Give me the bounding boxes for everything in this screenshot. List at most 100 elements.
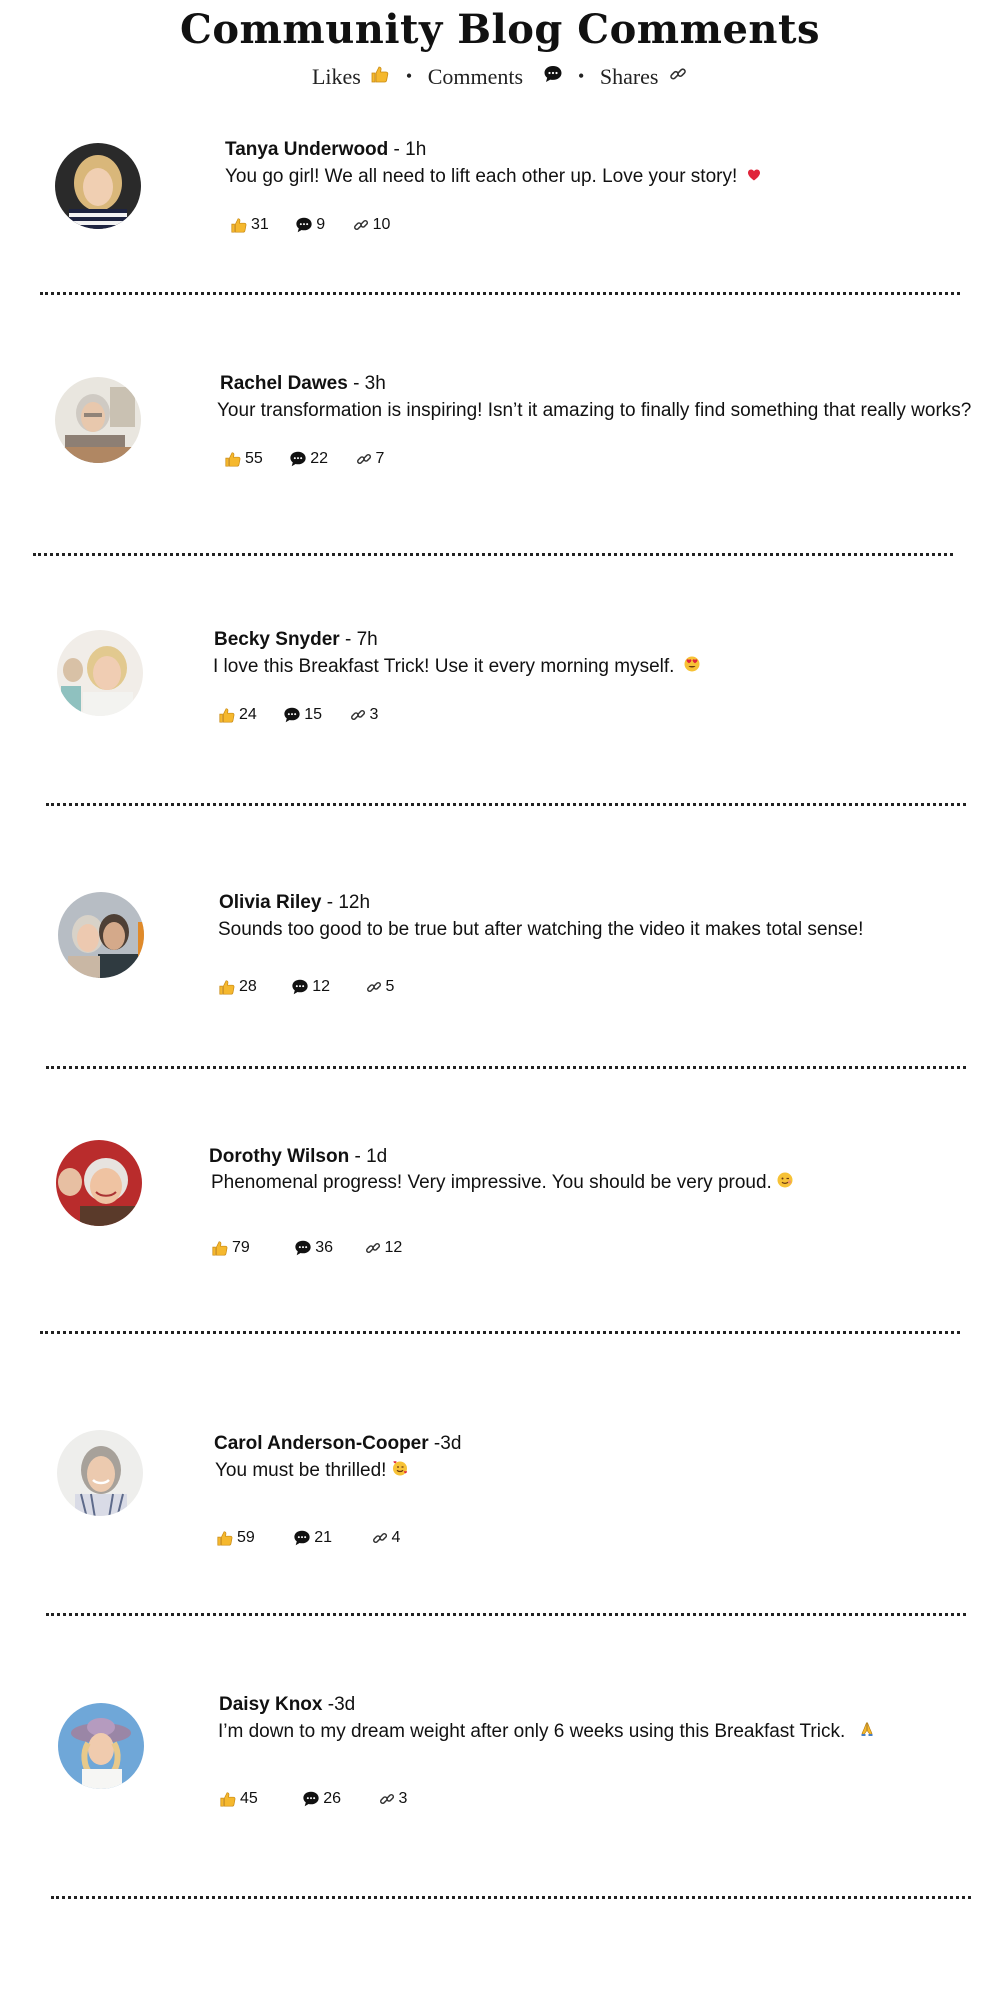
comment-meta: Becky Snyder - 7h bbox=[214, 629, 378, 651]
link-icon bbox=[371, 1529, 389, 1547]
comment-time: - 3h bbox=[347, 373, 386, 394]
avatar[interactable] bbox=[58, 892, 144, 978]
share-count: 3 bbox=[369, 706, 379, 723]
link-icon bbox=[349, 706, 367, 724]
author-name[interactable]: Carol Anderson-Cooper bbox=[214, 1433, 429, 1454]
reply-button[interactable]: 21 bbox=[293, 1529, 332, 1547]
reply-button[interactable]: 22 bbox=[289, 450, 328, 468]
heart-icon bbox=[747, 166, 761, 188]
like-count: 55 bbox=[245, 450, 263, 467]
comment-divider bbox=[46, 1066, 966, 1069]
like-count: 24 bbox=[239, 706, 257, 723]
speech-bubble-icon bbox=[294, 1239, 312, 1257]
subtitle-comments-label: Comments bbox=[427, 63, 524, 89]
folded-hands-icon bbox=[859, 1721, 875, 1743]
speech-bubble-icon bbox=[302, 1790, 320, 1808]
comment-text: I love this Breakfast Trick! Use it ever… bbox=[213, 656, 700, 678]
comment-body: You must be thrilled! bbox=[215, 1460, 387, 1482]
comment-body: I love this Breakfast Trick! Use it ever… bbox=[213, 656, 675, 678]
subtitle-likes-label: Likes bbox=[311, 63, 361, 89]
reply-button[interactable]: 26 bbox=[302, 1790, 341, 1808]
share-button[interactable]: 7 bbox=[355, 450, 384, 468]
comment-divider bbox=[46, 1613, 966, 1616]
comment-body: Your transformation is inspiring! Isn’t … bbox=[217, 400, 972, 421]
reply-button[interactable]: 12 bbox=[291, 978, 330, 996]
link-icon bbox=[668, 64, 688, 90]
avatar[interactable] bbox=[55, 377, 141, 463]
author-name[interactable]: Daisy Knox bbox=[219, 1694, 322, 1715]
smiling-face-with-hearts-icon bbox=[392, 1460, 408, 1482]
comment-count: 15 bbox=[304, 706, 323, 723]
comment-text: Your transformation is inspiring! Isn’t … bbox=[217, 400, 971, 422]
like-button[interactable]: 79 bbox=[211, 1239, 250, 1257]
speech-bubble-icon bbox=[289, 450, 307, 468]
comment-count: 21 bbox=[314, 1529, 333, 1546]
reply-button[interactable]: 9 bbox=[295, 216, 325, 234]
thumbs-up-icon bbox=[230, 216, 248, 234]
like-button[interactable]: 28 bbox=[218, 978, 257, 996]
avatar[interactable] bbox=[58, 1703, 144, 1789]
share-button[interactable]: 5 bbox=[365, 978, 395, 996]
share-button[interactable]: 3 bbox=[349, 706, 379, 724]
thumbs-up-icon bbox=[370, 64, 390, 90]
page-title: Community Blog Comments bbox=[180, 6, 820, 53]
comment-meta: Tanya Underwood - 1h bbox=[225, 139, 426, 161]
comment-body: You go girl! We all need to lift each ot… bbox=[225, 166, 738, 188]
comment-time: - 1d bbox=[349, 1146, 388, 1167]
thumbs-up-icon bbox=[211, 1239, 229, 1257]
link-icon bbox=[352, 216, 370, 234]
comment-stats: 45 26 3 bbox=[219, 1790, 429, 1808]
comment-text: You go girl! We all need to lift each ot… bbox=[225, 166, 761, 188]
author-name[interactable]: Rachel Dawes bbox=[220, 373, 348, 394]
author-name[interactable]: Becky Snyder bbox=[214, 629, 340, 650]
share-button[interactable]: 10 bbox=[352, 216, 391, 234]
comment-stats: 55 22 7 bbox=[224, 450, 406, 468]
avatar[interactable] bbox=[57, 630, 143, 716]
avatar[interactable] bbox=[56, 1140, 142, 1226]
comment-divider bbox=[51, 1896, 971, 1899]
comment-meta: Rachel Dawes - 3h bbox=[220, 373, 386, 395]
reply-button[interactable]: 36 bbox=[294, 1239, 333, 1257]
link-icon bbox=[365, 978, 383, 996]
avatar[interactable] bbox=[55, 143, 141, 229]
heart-eyes-emoji-icon bbox=[684, 656, 700, 678]
like-count: 31 bbox=[251, 216, 269, 233]
like-button[interactable]: 24 bbox=[218, 706, 257, 724]
like-button[interactable]: 45 bbox=[219, 1790, 258, 1808]
comment-count: 12 bbox=[312, 978, 331, 995]
like-button[interactable]: 59 bbox=[216, 1529, 255, 1547]
speech-bubble-icon bbox=[295, 216, 313, 234]
comment-divider bbox=[33, 553, 953, 556]
share-button[interactable]: 12 bbox=[364, 1239, 402, 1257]
share-count: 10 bbox=[372, 216, 391, 233]
author-name[interactable]: Dorothy Wilson bbox=[209, 1146, 349, 1167]
share-count: 3 bbox=[398, 1790, 408, 1807]
like-count: 79 bbox=[232, 1239, 250, 1256]
speech-bubble-icon bbox=[543, 64, 563, 90]
comment-divider bbox=[40, 292, 960, 295]
comment-stats: 79 36 12 bbox=[211, 1239, 424, 1257]
reply-button[interactable]: 15 bbox=[283, 706, 322, 724]
share-count: 5 bbox=[385, 978, 395, 995]
comment-body: I’m down to my dream weight after only 6… bbox=[218, 1721, 846, 1743]
share-count: 4 bbox=[391, 1529, 401, 1546]
comment-divider bbox=[46, 803, 966, 806]
comment-text: Sounds too good to be true but after wat… bbox=[218, 919, 863, 941]
thumbs-up-icon bbox=[219, 1790, 237, 1808]
author-name[interactable]: Olivia Riley bbox=[219, 892, 321, 913]
share-button[interactable]: 3 bbox=[378, 1790, 408, 1808]
comment-time: - 12h bbox=[321, 892, 371, 913]
link-icon bbox=[378, 1790, 396, 1808]
like-count: 59 bbox=[237, 1529, 255, 1546]
like-count: 45 bbox=[240, 1790, 258, 1807]
comment-time: -3d bbox=[322, 1694, 356, 1715]
like-count: 28 bbox=[239, 978, 257, 995]
comment-time: - 7h bbox=[339, 629, 378, 650]
share-button[interactable]: 4 bbox=[371, 1529, 401, 1547]
like-button[interactable]: 55 bbox=[224, 450, 263, 468]
comment-stats: 24 15 3 bbox=[218, 706, 400, 724]
avatar[interactable] bbox=[57, 1430, 143, 1516]
author-name[interactable]: Tanya Underwood bbox=[225, 139, 388, 160]
subtitle-separator: • bbox=[405, 66, 413, 87]
like-button[interactable]: 31 bbox=[230, 216, 269, 234]
